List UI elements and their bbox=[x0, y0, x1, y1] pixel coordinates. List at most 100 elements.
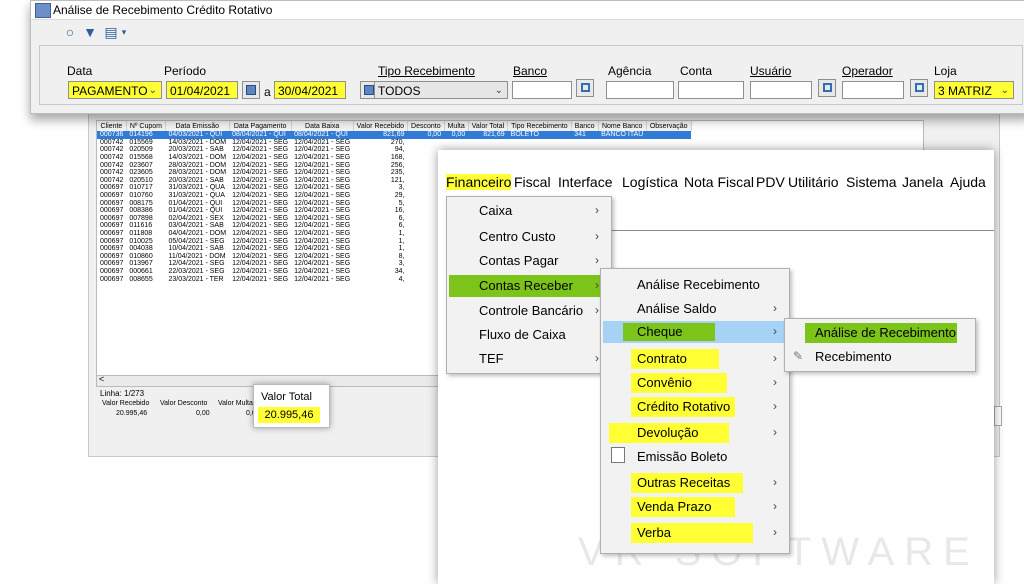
table-cell: 12/04/2021 - SEG bbox=[232, 146, 289, 154]
grid-header-cell[interactable]: Data Pagamento bbox=[229, 121, 292, 131]
grid-header-cell[interactable]: Cliente bbox=[97, 121, 127, 131]
menu-item-analise-de-recebimento[interactable]: Análise de Recebimento bbox=[805, 323, 957, 343]
agencia-input[interactable] bbox=[606, 81, 674, 99]
menu-item-credito-rotativo[interactable]: Crédito Rotativo bbox=[637, 399, 730, 414]
filter-icon[interactable]: ▼ bbox=[83, 23, 97, 41]
menu-item-centro-custo[interactable]: Centro Custo bbox=[479, 229, 556, 244]
grid-header-cell[interactable]: Valor Recebido bbox=[353, 121, 409, 131]
table-cell: 3, bbox=[398, 184, 405, 192]
menu-utilitario[interactable]: Utilitário bbox=[788, 174, 839, 190]
menu-janela[interactable]: Janela bbox=[902, 174, 943, 190]
filter-window: Análise de Recebimento Crédito Rotativo … bbox=[30, 0, 1024, 114]
table-cell: 010717 bbox=[129, 184, 153, 192]
table-cell: 008175 bbox=[129, 199, 153, 207]
menu-interface[interactable]: Interface bbox=[558, 174, 612, 190]
grid-header-cell[interactable]: Data Baixa bbox=[291, 121, 354, 131]
table-cell: 000697 bbox=[100, 192, 124, 200]
table-cell: 12/04/2021 - SEG bbox=[294, 275, 351, 283]
menu-nota-fiscal[interactable]: Nota Fiscal bbox=[684, 174, 754, 190]
table-cell: 12/04/2021 - SEG bbox=[232, 184, 289, 192]
loja-select-value: 3 MATRIZ bbox=[938, 84, 992, 98]
periodo-end-input[interactable]: 30/04/2021 bbox=[274, 81, 346, 99]
chevron-right-icon: › bbox=[595, 303, 599, 317]
grid-header-cell[interactable]: Nº Cupom bbox=[126, 121, 166, 131]
menu-item-verba[interactable]: Verba bbox=[637, 525, 671, 540]
table-cell: 341 bbox=[571, 131, 599, 139]
operador-input[interactable] bbox=[842, 81, 904, 99]
data-select-value: PAGAMENTO bbox=[72, 84, 148, 98]
table-cell: 010860 bbox=[129, 252, 153, 260]
conta-input[interactable] bbox=[678, 81, 744, 99]
usuario-input[interactable] bbox=[750, 81, 812, 99]
menu-logistica[interactable]: Logística bbox=[622, 174, 678, 190]
table-cell: 000697 bbox=[100, 237, 124, 245]
menu-item-caixa[interactable]: Caixa bbox=[479, 203, 512, 218]
menu-item-controle-bancario[interactable]: Controle Bancário bbox=[479, 303, 583, 318]
menu-item-tef[interactable]: TEF bbox=[479, 351, 504, 366]
menu-fiscal[interactable]: Fiscal bbox=[514, 174, 551, 190]
table-cell: 12/04/2021 - SEG bbox=[232, 275, 289, 283]
table-cell: 20/03/2021 - SAB bbox=[168, 176, 224, 184]
menu-item-recebimento[interactable]: Recebimento bbox=[815, 349, 892, 364]
table-cell: 12/04/2021 - SEG bbox=[232, 245, 289, 253]
grid-header-cell[interactable]: Desconto bbox=[407, 121, 445, 131]
search-icon[interactable] bbox=[910, 79, 928, 97]
grid-header-cell[interactable]: Tipo Recebimento bbox=[507, 121, 572, 131]
table-cell: 28/03/2021 - DOM bbox=[168, 161, 227, 169]
divider bbox=[600, 230, 994, 231]
menu-item-contas-receber[interactable]: Contas Receber › bbox=[449, 275, 607, 297]
table-cell: 12/04/2021 - SEG bbox=[232, 161, 289, 169]
banco-input[interactable] bbox=[512, 81, 572, 99]
table-cell: 12/04/2021 - SEG bbox=[232, 222, 289, 230]
menu-item-emissao-boleto[interactable]: Emissão Boleto bbox=[637, 449, 727, 464]
menu-item-outras-receitas[interactable]: Outras Receitas bbox=[637, 475, 730, 490]
scroll-left-icon[interactable]: < bbox=[99, 374, 104, 384]
menu-item-venda-prazo[interactable]: Venda Prazo bbox=[637, 499, 711, 514]
refresh-icon[interactable]: ○ bbox=[61, 23, 79, 41]
loja-select[interactable]: 3 MATRIZ ⌄ bbox=[934, 81, 1014, 99]
menu-item-contrato[interactable]: Contrato bbox=[637, 351, 687, 366]
search-icon[interactable] bbox=[576, 79, 594, 97]
table-cell: 000697 bbox=[100, 260, 124, 268]
grid-header-cell[interactable]: Banco bbox=[571, 121, 599, 131]
menu-item-cheque[interactable]: Cheque › bbox=[603, 321, 787, 343]
dropdown-arrow-icon[interactable]: ▾ bbox=[119, 23, 129, 41]
calendar-icon[interactable] bbox=[242, 81, 260, 99]
table-cell: 000697 bbox=[100, 267, 124, 275]
table-row[interactable]: 000742 015569 14/03/2021 - DOM 12/04/2021 -… bbox=[97, 139, 691, 147]
grid-header-cell[interactable]: Data Emissão bbox=[165, 121, 230, 131]
valor-multa-label: Valor Multa bbox=[218, 400, 253, 407]
menu-pdv[interactable]: PDV bbox=[756, 174, 785, 190]
menu-item-analise-recebimento[interactable]: Análise Recebimento bbox=[637, 277, 760, 292]
menu-item-contas-pagar[interactable]: Contas Pagar bbox=[479, 253, 559, 268]
table-cell: 5, bbox=[398, 199, 405, 207]
menu-ajuda[interactable]: Ajuda bbox=[950, 174, 986, 190]
search-icon[interactable] bbox=[818, 79, 836, 97]
menu-item-devolucao[interactable]: Devolução bbox=[637, 425, 698, 440]
cheque-submenu: Análise de Recebimento ✎ Recebimento bbox=[784, 318, 976, 372]
chevron-right-icon: › bbox=[773, 475, 777, 489]
table-cell: 023605 bbox=[129, 169, 153, 177]
tipo-recebimento-select[interactable]: TODOS ⌄ bbox=[374, 81, 508, 99]
menu-item-convenio[interactable]: Convênio bbox=[637, 375, 692, 390]
grid-header-cell[interactable]: Observação bbox=[646, 121, 692, 131]
table-cell: 12/04/2021 - SEG bbox=[294, 207, 351, 215]
grid-header-cell[interactable]: Valor Total bbox=[468, 121, 509, 131]
menu-item-analise-saldo[interactable]: Análise Saldo bbox=[637, 301, 717, 316]
print-icon[interactable]: ▤ bbox=[103, 23, 119, 41]
grid-header-cell[interactable]: Multa bbox=[444, 121, 469, 131]
table-cell: 000742 bbox=[100, 154, 124, 162]
menu-financeiro[interactable]: Financeiro bbox=[446, 174, 512, 190]
table-cell: 013967 bbox=[129, 260, 153, 268]
table-cell: 12/04/2021 - SEG bbox=[294, 252, 351, 260]
menu-item-fluxo-de-caixa[interactable]: Fluxo de Caixa bbox=[479, 327, 566, 342]
periodo-start-input[interactable]: 01/04/2021 bbox=[166, 81, 238, 99]
menu-sistema[interactable]: Sistema bbox=[846, 174, 897, 190]
table-cell: 000742 bbox=[100, 176, 124, 184]
grid-header-cell[interactable]: Nome Banco bbox=[598, 121, 647, 131]
table-cell: 015569 bbox=[129, 138, 153, 146]
table-cell: 12/04/2021 - SEG bbox=[232, 230, 289, 238]
data-select[interactable]: PAGAMENTO ⌄ bbox=[68, 81, 162, 99]
partial-button[interactable] bbox=[994, 406, 1002, 426]
table-row[interactable]: 000736 014196 04/03/2021 - QUI 08/04/2021 -… bbox=[97, 131, 692, 139]
